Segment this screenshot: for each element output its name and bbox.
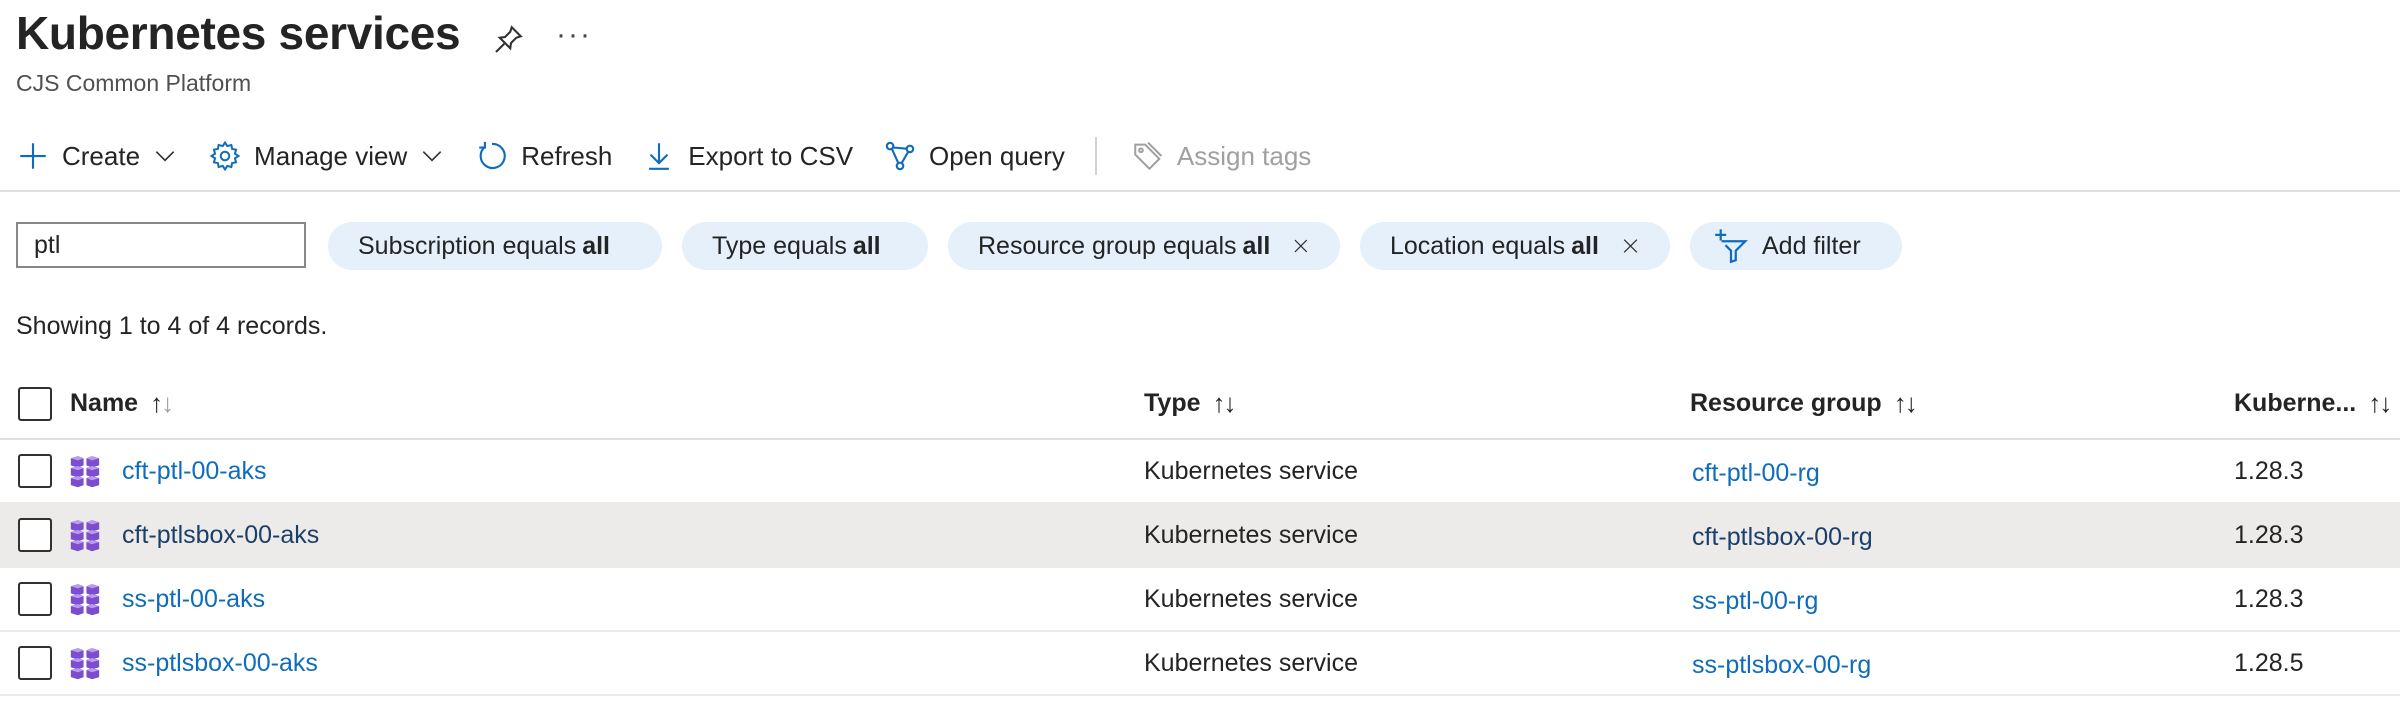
- column-header-type[interactable]: Type ↑↓: [1144, 388, 1237, 419]
- add-filter-label: Add filter: [1762, 231, 1861, 260]
- column-header-name[interactable]: Name ↑↓: [70, 388, 174, 419]
- column-header-type-label: Type: [1144, 389, 1201, 417]
- select-all-checkbox[interactable]: [18, 387, 52, 421]
- close-icon[interactable]: [1292, 233, 1310, 259]
- plus-icon: [20, 143, 46, 169]
- search-input[interactable]: [16, 222, 306, 268]
- location-filter-label: Location equals: [1390, 231, 1566, 260]
- resource-group-filter-value: all: [1242, 231, 1271, 260]
- table-row[interactable]: cft-ptlsbox-00-aks Kubernetes service cf…: [0, 504, 2400, 568]
- location-filter-value: all: [1571, 231, 1599, 260]
- open-query-label: Open query: [929, 140, 1065, 171]
- resource-type: Kubernetes service: [1144, 584, 1359, 613]
- row-checkbox[interactable]: [18, 518, 52, 552]
- toolbar-divider-line: [0, 190, 2400, 192]
- subscription-filter-label: Subscription equals: [358, 231, 577, 260]
- resource-group-filter-pill[interactable]: Resource group equals all: [948, 222, 1340, 270]
- table-row[interactable]: ss-ptl-00-aks Kubernetes service ss-ptl-…: [0, 568, 2400, 632]
- kubernetes-version: 1.28.3: [2234, 584, 2304, 613]
- filter-icon: [1715, 229, 1748, 264]
- download-icon: [649, 143, 670, 170]
- subscription-filter-pill[interactable]: Subscription equals all: [328, 222, 662, 270]
- resource-name-link[interactable]: cft-ptlsbox-00-aks: [122, 504, 319, 566]
- command-bar: Create Manage view Refresh Export to CSV…: [0, 132, 1325, 180]
- assign-tags-label: Assign tags: [1176, 140, 1312, 171]
- resource-name-link[interactable]: ss-ptl-00-aks: [122, 568, 265, 630]
- manage-view-label: Manage view: [254, 140, 408, 171]
- refresh-button[interactable]: Refresh: [459, 132, 626, 180]
- column-header-kubernetes-version[interactable]: Kuberne... ↑↓: [2234, 388, 2392, 419]
- subscription-filter-value: all: [582, 231, 610, 260]
- resource-name-link[interactable]: cft-ptl-00-aks: [122, 440, 266, 502]
- sort-icon[interactable]: ↑↓: [1894, 388, 1918, 419]
- table-row[interactable]: cft-ptl-00-aks Kubernetes service cft-pt…: [0, 440, 2400, 504]
- type-filter-value: all: [852, 231, 881, 260]
- column-header-kubernetes-version-label: Kuberne...: [2234, 389, 2357, 417]
- query-icon: [885, 141, 915, 171]
- resource-type: Kubernetes service: [1144, 520, 1359, 549]
- column-header-resource-group[interactable]: Resource group ↑↓: [1690, 388, 1918, 419]
- resource-group-filter-label: Resource group equals: [978, 231, 1237, 260]
- kubernetes-icon: [70, 648, 100, 680]
- location-filter-pill[interactable]: Location equals all: [1360, 222, 1670, 270]
- resource-group-link[interactable]: ss-ptl-00-rg: [1692, 570, 1818, 632]
- type-filter-label: Type equals: [712, 231, 847, 260]
- export-csv-button[interactable]: Export to CSV: [626, 132, 867, 180]
- refresh-label: Refresh: [521, 140, 613, 171]
- resource-type: Kubernetes service: [1144, 456, 1359, 485]
- gear-icon: [209, 140, 241, 172]
- type-filter-pill[interactable]: Type equals all: [682, 222, 928, 270]
- manage-view-button[interactable]: Manage view: [192, 132, 459, 180]
- kubernetes-version: 1.28.3: [2234, 520, 2304, 549]
- toolbar-divider: [1094, 137, 1097, 175]
- add-filter-button[interactable]: Add filter: [1690, 222, 1902, 270]
- resource-name-link[interactable]: ss-ptlsbox-00-aks: [122, 632, 318, 694]
- column-header-name-label: Name: [70, 389, 139, 417]
- sort-icon[interactable]: ↑↓: [1213, 388, 1237, 419]
- sort-icon[interactable]: ↑↓: [150, 388, 174, 419]
- table-row[interactable]: ss-ptlsbox-00-aks Kubernetes service ss-…: [0, 632, 2400, 696]
- kubernetes-icon: [70, 456, 100, 488]
- pin-icon[interactable]: [490, 22, 526, 58]
- chevron-down-icon: [423, 151, 442, 162]
- kubernetes-icon: [70, 584, 100, 616]
- open-query-button[interactable]: Open query: [867, 132, 1079, 180]
- resource-type: Kubernetes service: [1144, 648, 1359, 677]
- assign-tags-button[interactable]: Assign tags: [1115, 132, 1325, 180]
- export-csv-label: Export to CSV: [688, 140, 854, 171]
- tag-icon: [1134, 141, 1163, 171]
- row-checkbox[interactable]: [18, 646, 52, 680]
- row-checkbox[interactable]: [18, 454, 52, 488]
- records-count: Showing 1 to 4 of 4 records.: [16, 312, 328, 340]
- page-subtitle: CJS Common Platform: [16, 70, 252, 96]
- create-button[interactable]: Create: [0, 132, 192, 180]
- sort-icon[interactable]: ↑↓: [2368, 388, 2392, 419]
- row-checkbox[interactable]: [18, 582, 52, 616]
- kubernetes-icon: [70, 520, 100, 552]
- refresh-icon: [479, 141, 507, 170]
- resource-group-link[interactable]: cft-ptl-00-rg: [1692, 442, 1820, 504]
- kubernetes-version: 1.28.5: [2234, 648, 2304, 677]
- resource-group-link[interactable]: cft-ptlsbox-00-rg: [1692, 506, 1873, 568]
- more-options-button[interactable]: ···: [556, 18, 592, 52]
- create-label: Create: [62, 140, 141, 171]
- column-header-resource-group-label: Resource group: [1690, 389, 1882, 417]
- page-title: Kubernetes services: [16, 7, 461, 59]
- kubernetes-version: 1.28.3: [2234, 456, 2304, 485]
- chevron-down-icon: [155, 151, 175, 162]
- close-icon[interactable]: [1621, 233, 1640, 259]
- resource-group-link[interactable]: ss-ptlsbox-00-rg: [1692, 634, 1871, 696]
